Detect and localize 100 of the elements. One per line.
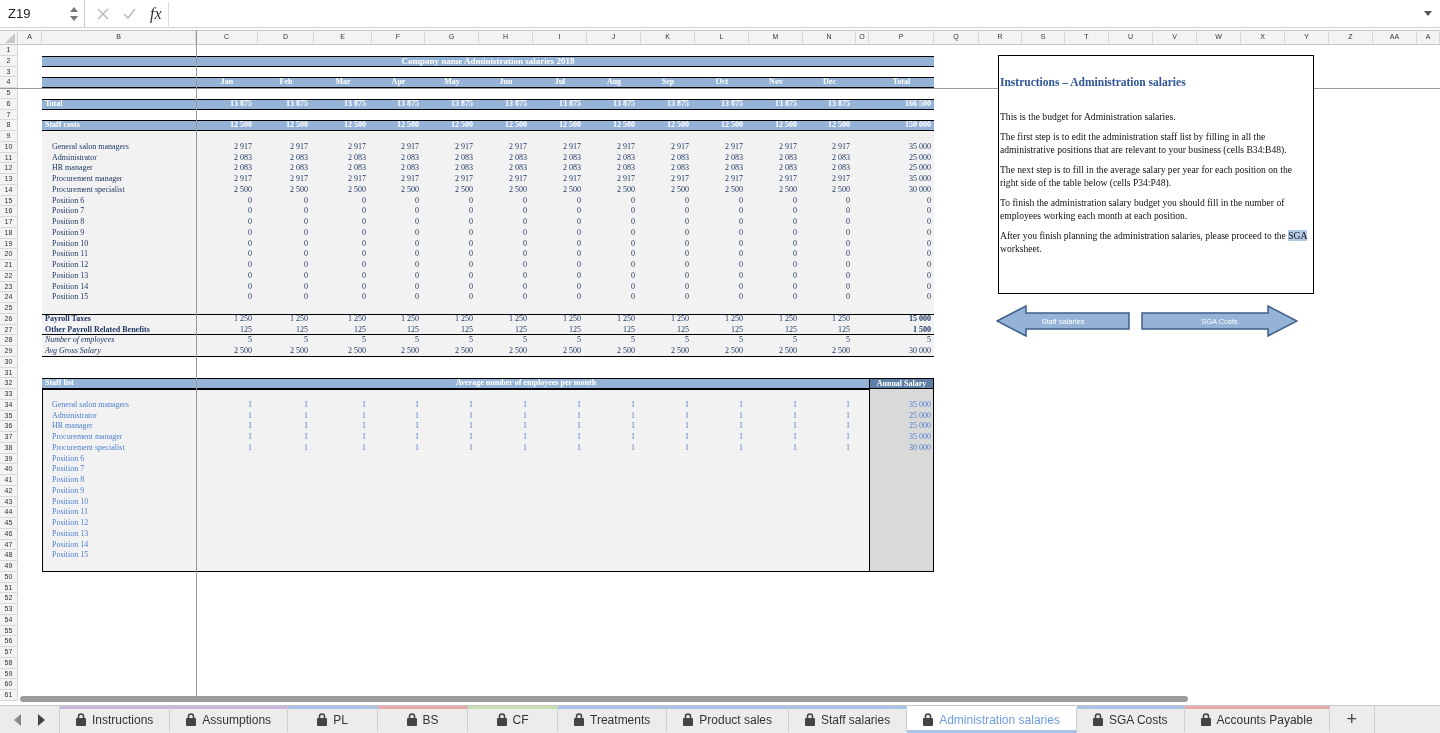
input-cell[interactable]: 1: [641, 442, 695, 454]
input-cell[interactable]: 1: [641, 410, 695, 422]
input-cell[interactable]: 1: [479, 399, 533, 411]
input-cell[interactable]: 1: [425, 399, 479, 411]
input-cell[interactable]: 1: [533, 399, 587, 411]
input-cell[interactable]: 1: [803, 421, 856, 432]
input-cell[interactable]: 1: [258, 432, 314, 443]
sheet-tab[interactable]: BS: [378, 706, 469, 733]
row-label[interactable]: Position 11: [42, 507, 196, 518]
input-cell[interactable]: 1: [587, 410, 641, 422]
add-sheet-button[interactable]: +: [1329, 706, 1375, 733]
input-cell[interactable]: 1: [479, 410, 533, 422]
input-cell[interactable]: 1: [372, 442, 425, 454]
input-cell[interactable]: 1: [533, 421, 587, 432]
input-cell[interactable]: 1: [196, 432, 258, 443]
row-label[interactable]: Position 14: [42, 539, 196, 551]
sheet-tab[interactable]: Staff salaries: [789, 706, 908, 733]
row-label[interactable]: Position 10: [42, 496, 196, 508]
select-all-icon[interactable]: [5, 33, 15, 43]
input-cell[interactable]: 1: [196, 399, 258, 411]
table-cell-text: 125: [622, 324, 636, 336]
scroll-left-icon[interactable]: [14, 713, 22, 726]
input-cell[interactable]: 1: [258, 421, 314, 432]
function-button[interactable]: fx: [150, 1, 169, 26]
sheet-tab[interactable]: SGA Costs: [1076, 706, 1185, 733]
input-cell[interactable]: 1: [749, 410, 803, 422]
input-cell[interactable]: 1: [479, 442, 533, 454]
input-cell[interactable]: 1: [695, 410, 749, 422]
row-label[interactable]: Position 13: [42, 528, 196, 540]
input-cell[interactable]: 1: [314, 432, 372, 443]
input-cell[interactable]: 1: [587, 399, 641, 411]
input-cell[interactable]: 1: [425, 432, 479, 443]
input-cell[interactable]: 1: [695, 421, 749, 432]
scrollbar-thumb[interactable]: [20, 696, 1188, 702]
input-cell[interactable]: 1: [641, 432, 695, 443]
name-box[interactable]: Z19: [0, 0, 85, 28]
sheet-tab[interactable]: PL: [288, 706, 379, 733]
row-label[interactable]: Position 8: [42, 475, 196, 486]
input-cell[interactable]: 1: [314, 399, 372, 411]
input-cell[interactable]: 1: [533, 442, 587, 454]
input-cell[interactable]: 1: [372, 410, 425, 422]
input-cell[interactable]: 1: [314, 410, 372, 422]
sheet-tab[interactable]: Accounts Payable: [1184, 706, 1330, 733]
sheet-tab[interactable]: Treatments: [558, 706, 668, 733]
row-label[interactable]: Position 15: [42, 550, 196, 561]
input-cell[interactable]: 1: [803, 432, 856, 443]
input-cell[interactable]: 1: [258, 442, 314, 454]
input-cell[interactable]: 1: [587, 432, 641, 443]
stepper-icon[interactable]: [70, 6, 78, 21]
row-label[interactable]: Procurement manager: [42, 432, 196, 443]
input-cell[interactable]: 1: [533, 432, 587, 443]
input-cell[interactable]: 1: [425, 421, 479, 432]
input-cell[interactable]: 1: [314, 442, 372, 454]
input-cell[interactable]: 1: [533, 410, 587, 422]
table-cell-text: 0: [576, 249, 582, 260]
input-cell[interactable]: 1: [196, 442, 258, 454]
scroll-right-icon[interactable]: [37, 713, 45, 726]
input-cell[interactable]: 1: [314, 421, 372, 432]
input-cell[interactable]: 1: [587, 442, 641, 454]
input-cell[interactable]: 1: [372, 399, 425, 411]
input-cell[interactable]: 1: [425, 442, 479, 454]
sheet-tab[interactable]: Assumptions: [170, 706, 289, 733]
sheet-tab[interactable]: CF: [468, 706, 559, 733]
close-icon[interactable]: [97, 7, 109, 20]
input-cell[interactable]: 1: [479, 432, 533, 443]
input-cell[interactable]: 1: [695, 432, 749, 443]
input-cell[interactable]: 1: [749, 432, 803, 443]
input-cell[interactable]: 1: [641, 421, 695, 432]
input-cell[interactable]: 1: [641, 399, 695, 411]
input-cell[interactable]: 1: [196, 421, 258, 432]
input-cell[interactable]: 1: [196, 410, 258, 422]
row-label[interactable]: Position 12: [42, 518, 196, 529]
input-cell[interactable]: 1: [695, 399, 749, 411]
input-cell[interactable]: 1: [258, 410, 314, 422]
input-cell[interactable]: 1: [749, 399, 803, 411]
row-label[interactable]: HR manager: [42, 421, 196, 432]
input-cell[interactable]: 1: [695, 442, 749, 454]
input-cell[interactable]: 1: [258, 399, 314, 411]
input-cell[interactable]: 1: [587, 421, 641, 432]
input-cell[interactable]: 1: [425, 410, 479, 422]
input-cell[interactable]: 1: [372, 432, 425, 443]
row-label[interactable]: Position 7: [42, 464, 196, 475]
table-cell-text: 2 917: [616, 141, 636, 153]
row-label[interactable]: Position 6: [42, 453, 196, 465]
row-label[interactable]: Administrator: [42, 410, 196, 422]
sheet-tab[interactable]: Product sales: [667, 706, 789, 733]
input-cell[interactable]: 1: [803, 399, 856, 411]
row-label[interactable]: Position 9: [42, 485, 196, 497]
input-cell[interactable]: 1: [749, 421, 803, 432]
check-icon[interactable]: [123, 8, 136, 19]
table-cell-text: 125: [295, 324, 309, 336]
row-label[interactable]: General salon managers: [42, 399, 196, 411]
input-cell[interactable]: 1: [749, 442, 803, 454]
sheet-tab[interactable]: Instructions: [60, 706, 171, 733]
row-label[interactable]: Procurement specialist: [42, 442, 196, 454]
input-cell[interactable]: 1: [372, 421, 425, 432]
input-cell[interactable]: 1: [479, 421, 533, 432]
input-cell[interactable]: 1: [803, 442, 856, 454]
dropdown-caret-icon[interactable]: [1424, 11, 1432, 16]
input-cell[interactable]: 1: [803, 410, 856, 422]
